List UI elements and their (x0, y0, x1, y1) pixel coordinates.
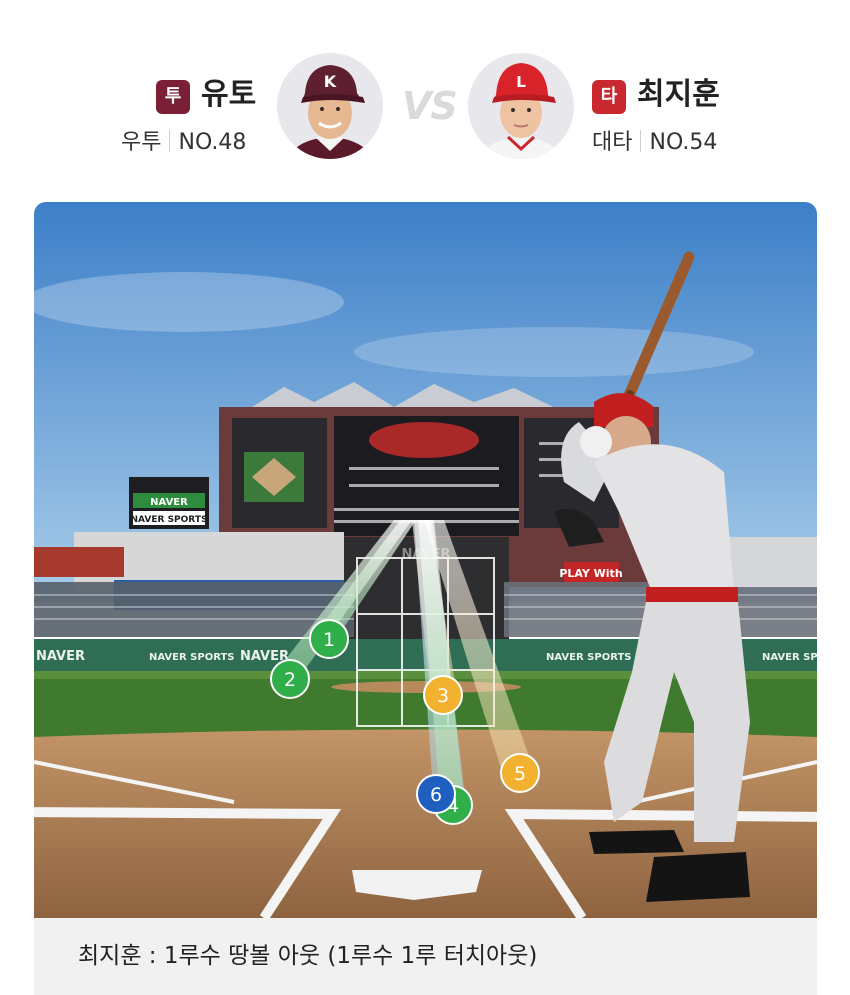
svg-text:2: 2 (284, 669, 296, 691)
pitcher-avatar[interactable]: K (277, 53, 383, 159)
divider (169, 130, 171, 152)
svg-text:1: 1 (323, 629, 335, 651)
batter-role-badge: 타 (592, 80, 626, 114)
pitch-marker-2[interactable]: 2 (270, 659, 310, 699)
batter-name[interactable]: 최지훈 (637, 76, 720, 114)
wall-ad: NAVER SPORTS (762, 652, 817, 663)
naver-sports-banner: NAVER SPORTS (131, 515, 208, 525)
pitch-marker-5[interactable]: 5 (500, 753, 540, 793)
svg-text:6: 6 (430, 784, 442, 806)
wall-ad: NAVER SPORTS (149, 652, 235, 663)
pitch-marker-3[interactable]: 3 (423, 675, 463, 715)
batter-number: NO.54 (649, 130, 718, 155)
batter-cap-logo: L (516, 73, 526, 91)
svg-text:3: 3 (437, 685, 449, 707)
pitch-location-field: NAVER PLAY With NAVER NAVER SPORTS NAVE (34, 202, 817, 918)
matchup-header: 투 유토 우투 NO.48 K VS L 타 최지훈 대타 NO.54 (0, 0, 850, 200)
batter-avatar[interactable]: L (468, 53, 574, 159)
pitcher-name[interactable]: 유토 (201, 76, 256, 114)
divider (640, 130, 642, 152)
svg-text:5: 5 (514, 763, 526, 785)
pitch-marker-1[interactable]: 1 (309, 619, 349, 659)
naver-banner: NAVER (150, 497, 188, 508)
pitch-marker-6[interactable]: 6 (416, 774, 456, 814)
play-with-sign: PLAY With (559, 567, 622, 580)
wall-ad: NAVER (36, 649, 85, 664)
pitcher-hand: 우투 (121, 130, 162, 155)
pitcher-role-badge: 투 (156, 80, 190, 114)
pitcher-number: NO.48 (178, 130, 247, 155)
batter-info: 대타 NO.54 (592, 128, 717, 158)
vs-label: VS (402, 84, 458, 128)
batter-hand: 대타 (592, 130, 633, 155)
pitcher-cap-logo: K (324, 72, 337, 91)
pitcher-info: 우투 NO.48 (121, 128, 246, 158)
wall-ad: NAVER SPORTS (546, 652, 632, 663)
play-result-text: 최지훈 : 1루수 땅볼 아웃 (1루수 1루 터치아웃) (34, 918, 817, 995)
